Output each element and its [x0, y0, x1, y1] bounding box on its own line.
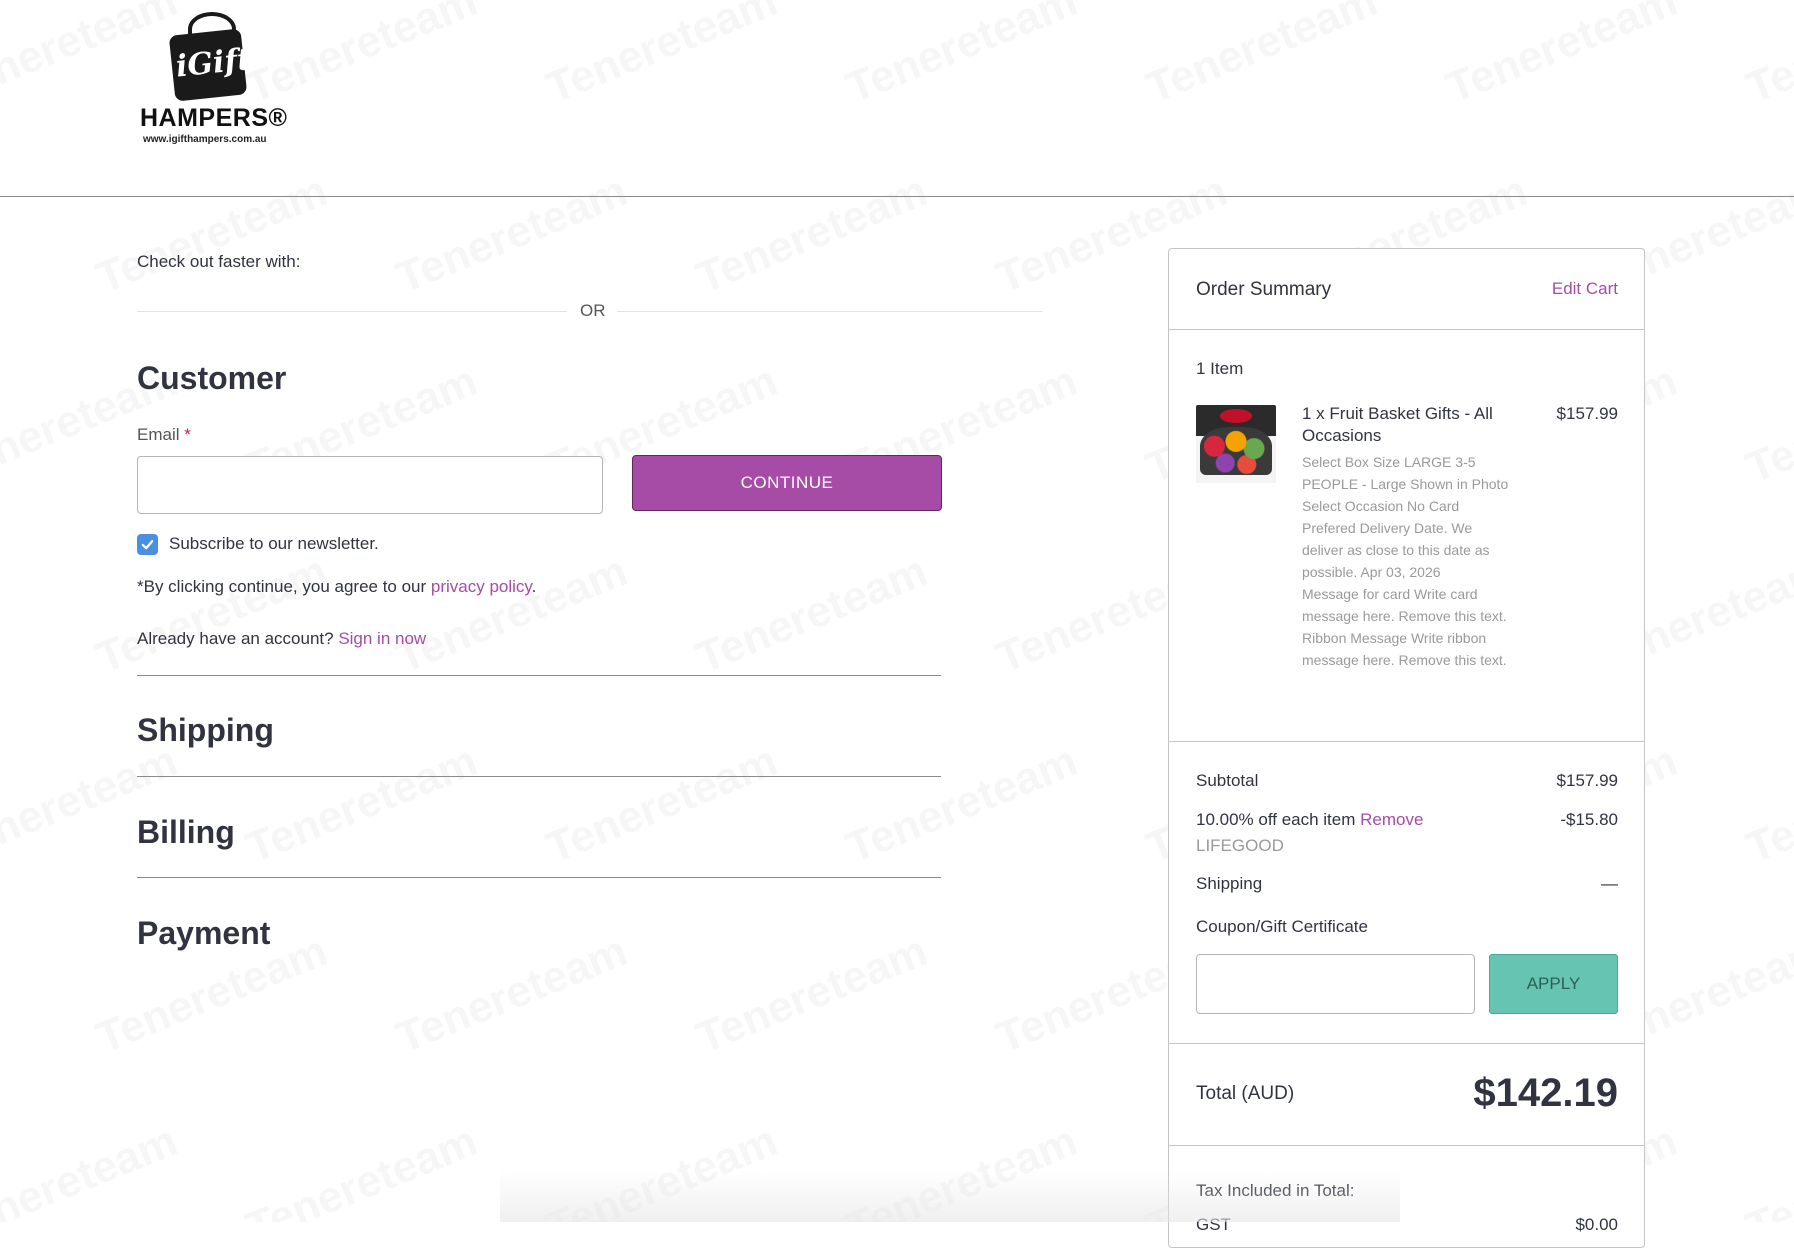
item-option: Ribbon Message Write ribbon message here…	[1302, 630, 1507, 668]
brand-logo[interactable]: iGift HAMPERS® www.igifthampers.com.au	[140, 10, 287, 145]
shipping-row: Shipping —	[1196, 874, 1618, 894]
watermark-text: Tenereteam	[540, 1116, 785, 1222]
site-header: iGift HAMPERS® www.igifthampers.com.au	[0, 0, 1794, 197]
watermark-text: Tenereteam	[90, 546, 335, 684]
or-line-right	[617, 311, 1043, 312]
subtotal-value: $157.99	[1556, 771, 1618, 790]
watermark-text: Tenereteam	[840, 736, 1085, 874]
watermark-text: Tenereteam	[390, 926, 635, 1064]
customer-section-title[interactable]: Customer	[137, 360, 286, 397]
shipping-value: —	[1601, 874, 1618, 893]
subtotal-label: Subtotal	[1196, 771, 1259, 790]
email-label-text: Email	[137, 425, 180, 444]
billing-section-title[interactable]: Billing	[137, 814, 235, 851]
item-option: Select Box Size LARGE 3-5 PEOPLE - Large…	[1302, 454, 1509, 492]
thumbnail-fruits	[1200, 427, 1272, 475]
checkout-faster-label: Check out faster with:	[137, 252, 301, 271]
logo-url-text: www.igifthampers.com.au	[143, 134, 267, 145]
order-totals-section: Subtotal $157.99 10.00% off each item Re…	[1169, 741, 1644, 1044]
order-items-section: 1 Item 1 x Fruit Basket Gifts - All Occa…	[1169, 329, 1644, 742]
item-option: Select Occasion No Card	[1302, 498, 1460, 514]
or-line-left	[137, 311, 567, 312]
watermark-text: Tenereteam	[390, 546, 635, 684]
total-value: $142.19	[1473, 1071, 1618, 1115]
agree-suffix: .	[531, 577, 537, 596]
watermark-text: Tenereteam	[240, 736, 485, 874]
required-mark: *	[184, 425, 191, 444]
discount-label: 10.00% off each item	[1196, 810, 1356, 829]
apply-coupon-button[interactable]: APPLY	[1489, 954, 1618, 1014]
watermark-text: Tenereteam	[0, 1116, 184, 1222]
continue-button[interactable]: CONTINUE	[632, 455, 942, 511]
edit-cart-link[interactable]: Edit Cart	[1552, 279, 1618, 299]
logo-hampers-text: HAMPERS®	[140, 104, 288, 132]
watermark-text: Tenereteam	[1740, 736, 1794, 874]
gst-row: GST $0.00	[1196, 1215, 1618, 1235]
email-label: Email *	[137, 425, 191, 445]
subtotal-row: Subtotal $157.99	[1196, 771, 1618, 791]
gst-value: $0.00	[1575, 1215, 1618, 1234]
watermark-text: Tenereteam	[540, 736, 785, 874]
coupon-input[interactable]	[1196, 954, 1475, 1014]
discount-value: -$15.80	[1560, 810, 1618, 829]
logo-igift-text: iGift	[174, 41, 253, 85]
remove-discount-link[interactable]: Remove	[1360, 810, 1423, 829]
section-divider	[137, 877, 941, 878]
section-divider	[137, 776, 941, 777]
total-label: Total (AUD)	[1196, 1083, 1295, 1104]
privacy-policy-link[interactable]: privacy policy	[431, 577, 532, 596]
coupon-label[interactable]: Coupon/Gift Certificate	[1196, 917, 1368, 937]
sign-in-link[interactable]: Sign in now	[338, 629, 426, 648]
discount-row: 10.00% off each item Remove -$15.80	[1196, 810, 1618, 830]
newsletter-label[interactable]: Subscribe to our newsletter.	[169, 534, 379, 554]
account-prompt: Already have an account? Sign in now	[137, 629, 426, 649]
watermark-text: Tenereteam	[690, 926, 935, 1064]
watermark-text: Tenereteam	[1740, 1116, 1794, 1222]
order-summary-title: Order Summary	[1196, 279, 1332, 300]
account-prompt-text: Already have an account?	[137, 629, 339, 648]
gst-label: GST	[1196, 1215, 1231, 1234]
agree-prefix: *By clicking continue, you agree to our	[137, 577, 431, 596]
section-divider	[137, 675, 941, 676]
tax-label: Tax Included in Total:	[1196, 1181, 1355, 1200]
or-label: OR	[580, 301, 606, 320]
privacy-agreement-text: *By clicking continue, you agree to our …	[137, 577, 536, 597]
order-summary-header: Order Summary Edit Cart	[1169, 249, 1644, 330]
item-option: Prefered Delivery Date. We deliver as cl…	[1302, 520, 1490, 580]
email-input[interactable]	[137, 456, 603, 514]
order-summary-panel: Order Summary Edit Cart 1 Item 1 x Fruit…	[1168, 248, 1645, 1248]
watermark-text: Tenereteam	[240, 1116, 485, 1222]
item-options: Select Box Size LARGE 3-5 PEOPLE - Large…	[1302, 451, 1512, 671]
watermark-text: Tenereteam	[840, 1116, 1085, 1222]
item-option: Message for card Write card message here…	[1302, 586, 1507, 624]
or-divider: OR	[137, 296, 1043, 326]
item-name: 1 x Fruit Basket Gifts - All Occasions	[1302, 404, 1493, 445]
tax-section: Tax Included in Total: GST $0.00	[1169, 1145, 1644, 1255]
shipping-label: Shipping	[1196, 874, 1263, 893]
product-thumbnail	[1196, 405, 1276, 483]
checkmark-icon	[141, 540, 154, 550]
discount-code: LIFEGOOD	[1196, 836, 1284, 855]
newsletter-checkbox[interactable]	[137, 534, 158, 555]
items-count: 1 Item	[1196, 359, 1244, 378]
watermark-text: Tenereteam	[0, 736, 184, 874]
thumbnail-roses	[1220, 409, 1252, 423]
payment-section-title[interactable]: Payment	[137, 915, 270, 952]
shipping-section-title[interactable]: Shipping	[137, 712, 274, 749]
watermark-text: Tenereteam	[690, 546, 935, 684]
watermark-text: Tenereteam	[1740, 356, 1794, 494]
order-total-section: Total (AUD) $142.19	[1169, 1043, 1644, 1146]
item-price: $157.99	[1556, 404, 1618, 423]
